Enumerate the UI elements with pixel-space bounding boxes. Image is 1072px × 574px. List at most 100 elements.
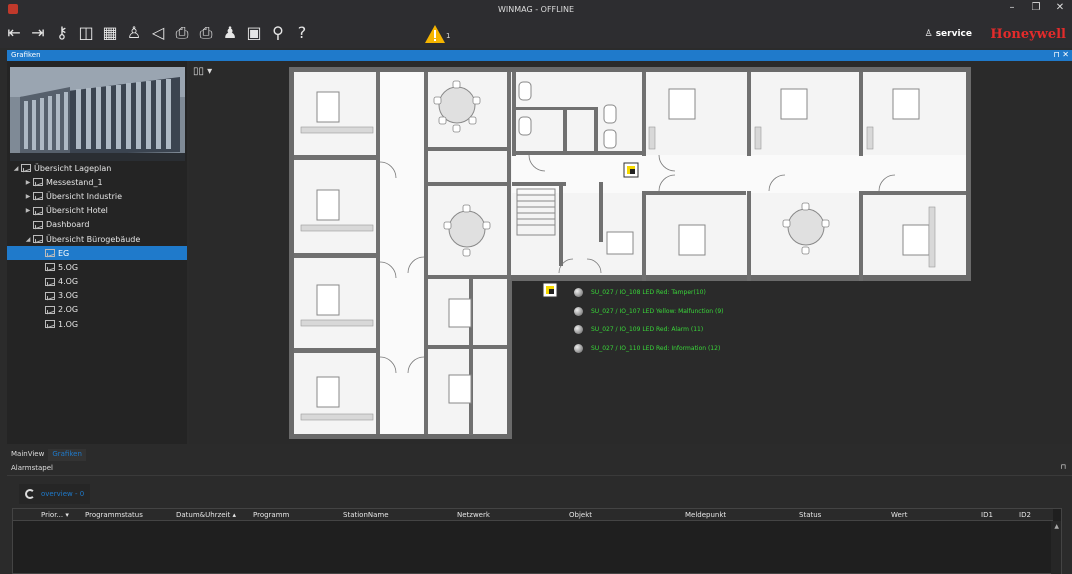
- column-header[interactable]: Wert: [891, 511, 907, 519]
- tree-item-label: 4.OG: [58, 277, 79, 287]
- users-icon[interactable]: ♟: [220, 22, 240, 44]
- column-header[interactable]: ID1: [981, 511, 993, 519]
- led-indicator-icon[interactable]: [574, 287, 583, 297]
- tree-item[interactable]: ▶ Messestand_1: [7, 175, 187, 189]
- network-icon[interactable]: ⚲: [268, 22, 288, 44]
- column-header[interactable]: Status: [799, 511, 821, 519]
- alarm-panel-header: Alarmstapel ⊓: [7, 463, 1072, 473]
- column-header[interactable]: Prior... ▾: [41, 511, 69, 519]
- overview-label: overview - 0: [41, 490, 85, 498]
- alarm-panel-title: Alarmstapel: [11, 464, 53, 472]
- expand-arrow-icon[interactable]: ▶: [23, 207, 33, 214]
- user-icon: ♙: [924, 29, 936, 39]
- led-indicator-icon[interactable]: [574, 325, 583, 335]
- key-icon[interactable]: ⚷: [52, 22, 72, 44]
- print-icon[interactable]: ⎙: [172, 22, 192, 44]
- tree-item-label: Übersicht Lageplan: [34, 163, 112, 173]
- controller-icon[interactable]: [542, 282, 558, 298]
- graphic-icon: [45, 249, 55, 258]
- building-image: [10, 67, 185, 161]
- print-preview-icon[interactable]: ⎙: [196, 22, 216, 44]
- led-indicator-icon[interactable]: [574, 306, 583, 316]
- overview-tab[interactable]: overview - 0: [19, 484, 91, 504]
- led-label: SU_027 / IO_110 LED Red: Information (12…: [591, 345, 721, 353]
- tab-grafiken[interactable]: Grafiken: [48, 449, 86, 461]
- tree-item-label: Übersicht Industrie: [46, 191, 122, 201]
- grid-icon[interactable]: ▦: [100, 22, 120, 44]
- graphic-icon: [45, 291, 55, 300]
- logout-icon[interactable]: ⇥: [28, 22, 48, 44]
- led-label: SU_027 / IO_109 LED Red: Alarm (11): [591, 326, 704, 334]
- column-header[interactable]: Netzwerk: [457, 511, 490, 519]
- user-name: service: [935, 29, 972, 39]
- map-layer-dropdown[interactable]: ▯▯ ▾: [193, 66, 212, 77]
- graphics-tree: ◢ Übersicht Lageplan ▶ Messestand_1 ▶ Üb…: [7, 161, 187, 331]
- restore-button[interactable]: ❐: [1030, 2, 1042, 13]
- login-icon[interactable]: ⇤: [4, 22, 24, 44]
- help-icon[interactable]: ?: [292, 22, 312, 44]
- column-header[interactable]: StationName: [343, 511, 389, 519]
- warning-icon[interactable]: [424, 24, 446, 44]
- vertical-scrollbar[interactable]: ▲: [1051, 521, 1061, 574]
- close-button[interactable]: ✕: [1054, 2, 1066, 13]
- tree-item[interactable]: Dashboard: [7, 218, 187, 232]
- brand-logo: Honeywell: [990, 27, 1066, 42]
- panel-title: Grafiken: [11, 51, 41, 59]
- graphic-icon: [45, 263, 55, 272]
- refresh-icon: [25, 489, 35, 499]
- column-header[interactable]: Objekt: [569, 511, 592, 519]
- calendar-icon[interactable]: ▣: [244, 22, 264, 44]
- tree-item[interactable]: ▶ Übersicht Industrie: [7, 189, 187, 203]
- graphic-icon: [21, 164, 31, 173]
- current-user[interactable]: ♙ service: [925, 29, 973, 39]
- tree-item-label: 3.OG: [58, 291, 79, 301]
- column-header[interactable]: Programmstatus: [85, 511, 143, 519]
- expand-arrow-icon[interactable]: ▶: [23, 193, 33, 200]
- panel-controls[interactable]: ⊓ ✕: [1054, 50, 1070, 59]
- tree-item-label: 5.OG: [58, 262, 79, 272]
- mute-icon[interactable]: ◁: [148, 22, 168, 44]
- title-bar: WINMAG - OFFLINE – ❐ ✕: [0, 0, 1072, 20]
- expand-arrow-icon[interactable]: ◢: [11, 165, 21, 172]
- tree-item[interactable]: 2.OG: [7, 303, 187, 317]
- scroll-up-icon[interactable]: ▲: [1054, 523, 1059, 530]
- led-item[interactable]: SU_027 / IO_109 LED Red: Alarm (11): [574, 321, 724, 340]
- expand-arrow-icon[interactable]: ◢: [23, 236, 33, 243]
- pin-icon[interactable]: ⊓: [1061, 463, 1066, 471]
- minimize-button[interactable]: –: [1006, 2, 1018, 13]
- expand-arrow-icon[interactable]: ▶: [23, 179, 33, 186]
- led-item[interactable]: SU_027 / IO_107 LED Yellow: Malfunction …: [574, 302, 724, 321]
- tree-item-label: Messestand_1: [46, 177, 103, 187]
- document-tabs: MainView Grafiken: [7, 449, 86, 461]
- graphic-icon: [45, 277, 55, 286]
- sensor-icon[interactable]: [623, 162, 639, 178]
- column-header[interactable]: Datum&Uhrzeit ▴: [176, 511, 236, 519]
- tree-item-label: Dashboard: [46, 220, 90, 230]
- tree-item-selected[interactable]: EG: [7, 246, 187, 261]
- led-indicator-icon[interactable]: [574, 344, 583, 354]
- graphic-icon: [33, 178, 43, 187]
- user-switch-icon[interactable]: ♙: [124, 22, 144, 44]
- tree-item-label: 1.OG: [58, 319, 79, 329]
- tree-item[interactable]: 4.OG: [7, 275, 187, 289]
- tree-item[interactable]: 5.OG: [7, 260, 187, 274]
- table-header: Prior... ▾ Programmstatus Datum&Uhrzeit …: [13, 509, 1053, 521]
- tree-item[interactable]: 1.OG: [7, 317, 187, 331]
- graphic-icon: [33, 206, 43, 215]
- column-header[interactable]: Programm: [253, 511, 289, 519]
- led-item[interactable]: SU_027 / IO_108 LED Red: Tamper(10): [574, 283, 724, 302]
- tree-item[interactable]: ▶ Übersicht Hotel: [7, 204, 187, 218]
- graphic-icon: [33, 192, 43, 201]
- tab-mainview[interactable]: MainView: [7, 449, 48, 461]
- chart-icon[interactable]: ◫: [76, 22, 96, 44]
- window-controls: – ❐ ✕: [1006, 2, 1066, 13]
- tree-item[interactable]: ◢ Übersicht Bürogebäude: [7, 232, 187, 246]
- tree-item[interactable]: 3.OG: [7, 289, 187, 303]
- tree-item[interactable]: ◢ Übersicht Lageplan: [7, 161, 187, 175]
- graphic-icon: [33, 235, 43, 244]
- column-header[interactable]: Meldepunkt: [685, 511, 726, 519]
- navigation-pane: ◢ Übersicht Lageplan ▶ Messestand_1 ▶ Üb…: [7, 61, 187, 444]
- tree-item-label: EG: [58, 248, 70, 258]
- column-header[interactable]: ID2: [1019, 511, 1031, 519]
- led-item[interactable]: SU_027 / IO_110 LED Red: Information (12…: [574, 339, 724, 358]
